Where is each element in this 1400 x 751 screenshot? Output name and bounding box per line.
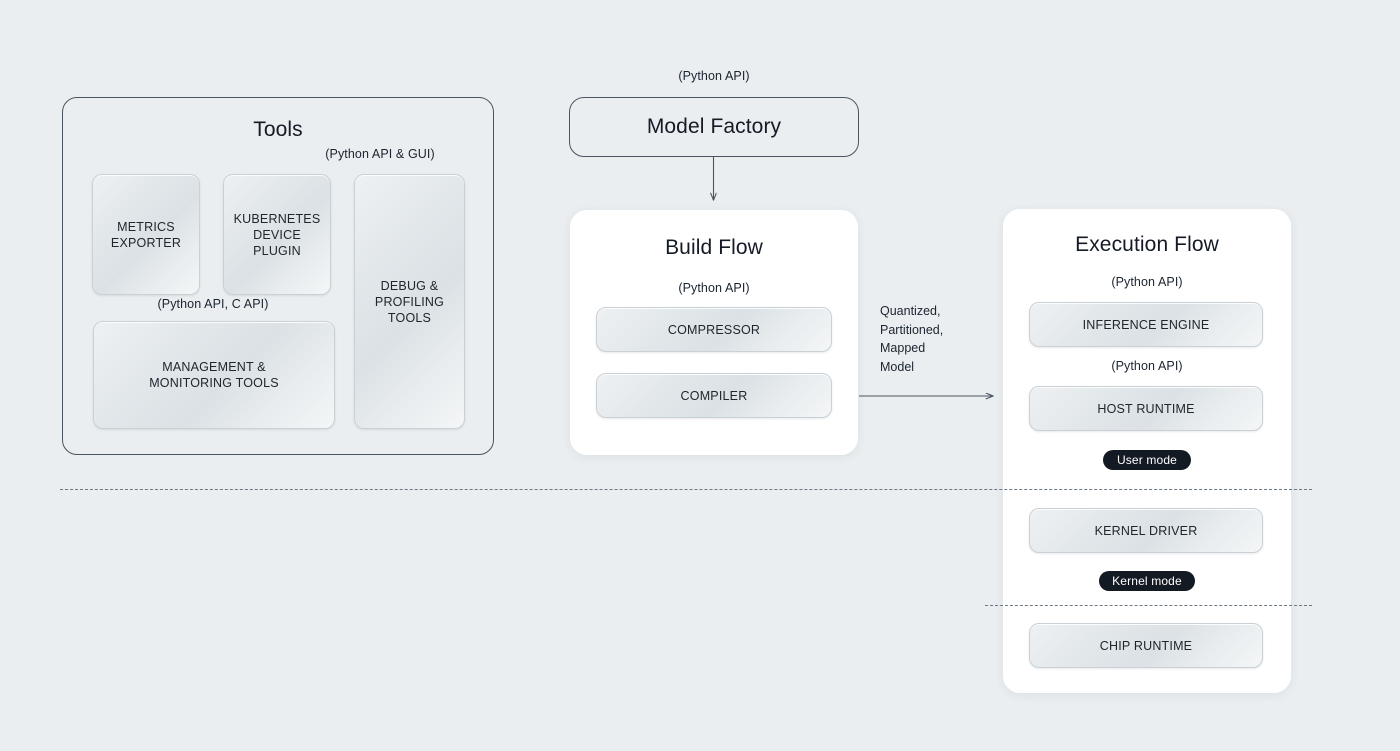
user-kernel-mode-divider bbox=[60, 489, 1312, 490]
model-factory-title: Model Factory bbox=[646, 115, 782, 138]
compiler-label: COMPILER bbox=[680, 388, 748, 403]
debug-profiling-tools-label: DEBUG & PROFILING TOOLS bbox=[374, 278, 445, 325]
compressor-box[interactable]: COMPRESSOR bbox=[596, 307, 832, 352]
build-flow-panel: Build Flow (Python API) COMPRESSOR COMPI… bbox=[570, 210, 858, 455]
kernel-chip-mode-divider bbox=[985, 605, 1312, 606]
host-runtime-box[interactable]: HOST RUNTIME bbox=[1029, 386, 1263, 431]
inference-engine-label: INFERENCE ENGINE bbox=[1082, 317, 1210, 332]
chip-runtime-label: CHIP RUNTIME bbox=[1099, 638, 1193, 653]
kernel-driver-label: KERNEL DRIVER bbox=[1094, 523, 1198, 538]
kubernetes-device-plugin-box[interactable]: KUBERNETES DEVICE PLUGIN bbox=[223, 174, 331, 295]
management-monitoring-tools-box[interactable]: MANAGEMENT & MONITORING TOOLS bbox=[93, 321, 335, 429]
compressor-label: COMPRESSOR bbox=[667, 322, 761, 337]
execution-host-api-note: (Python API) bbox=[1111, 359, 1183, 373]
kubernetes-device-plugin-label: KUBERNETES DEVICE PLUGIN bbox=[233, 211, 321, 258]
build-flow-api-note: (Python API) bbox=[678, 281, 750, 295]
diagram-canvas: Tools (Python API & GUI) METRICS EXPORTE… bbox=[0, 0, 1400, 751]
tools-panel: Tools (Python API & GUI) METRICS EXPORTE… bbox=[62, 97, 494, 455]
user-mode-badge: User mode bbox=[1103, 450, 1191, 470]
model-factory-box[interactable]: Model Factory bbox=[569, 97, 859, 157]
chip-runtime-box[interactable]: CHIP RUNTIME bbox=[1029, 623, 1263, 668]
metrics-exporter-box[interactable]: METRICS EXPORTER bbox=[92, 174, 200, 295]
debug-profiling-tools-box[interactable]: DEBUG & PROFILING TOOLS bbox=[354, 174, 465, 429]
build-flow-title: Build Flow bbox=[665, 236, 763, 259]
execution-flow-panel: Execution Flow (Python API) INFERENCE EN… bbox=[1003, 209, 1291, 693]
model-factory-api-note: (Python API) bbox=[678, 69, 750, 83]
kernel-driver-box[interactable]: KERNEL DRIVER bbox=[1029, 508, 1263, 553]
tools-gui-api-note: (Python API & GUI) bbox=[325, 147, 435, 161]
user-mode-badge-label: User mode bbox=[1116, 452, 1178, 467]
management-monitoring-tools-label: MANAGEMENT & MONITORING TOOLS bbox=[149, 360, 279, 390]
build-to-execution-edge-label: Quantized, Partitioned, Mapped Model bbox=[880, 304, 944, 374]
tools-panel-title: Tools bbox=[253, 118, 303, 141]
execution-flow-title: Execution Flow bbox=[1075, 233, 1219, 256]
kernel-mode-badge-label: Kernel mode bbox=[1112, 573, 1182, 588]
compiler-box[interactable]: COMPILER bbox=[596, 373, 832, 418]
inference-engine-box[interactable]: INFERENCE ENGINE bbox=[1029, 302, 1263, 347]
kernel-mode-badge: Kernel mode bbox=[1099, 571, 1195, 591]
tools-c-api-note: (Python API, C API) bbox=[157, 297, 269, 311]
host-runtime-label: HOST RUNTIME bbox=[1097, 401, 1195, 416]
metrics-exporter-label: METRICS EXPORTER bbox=[110, 219, 182, 250]
execution-inference-api-note: (Python API) bbox=[1111, 275, 1183, 289]
